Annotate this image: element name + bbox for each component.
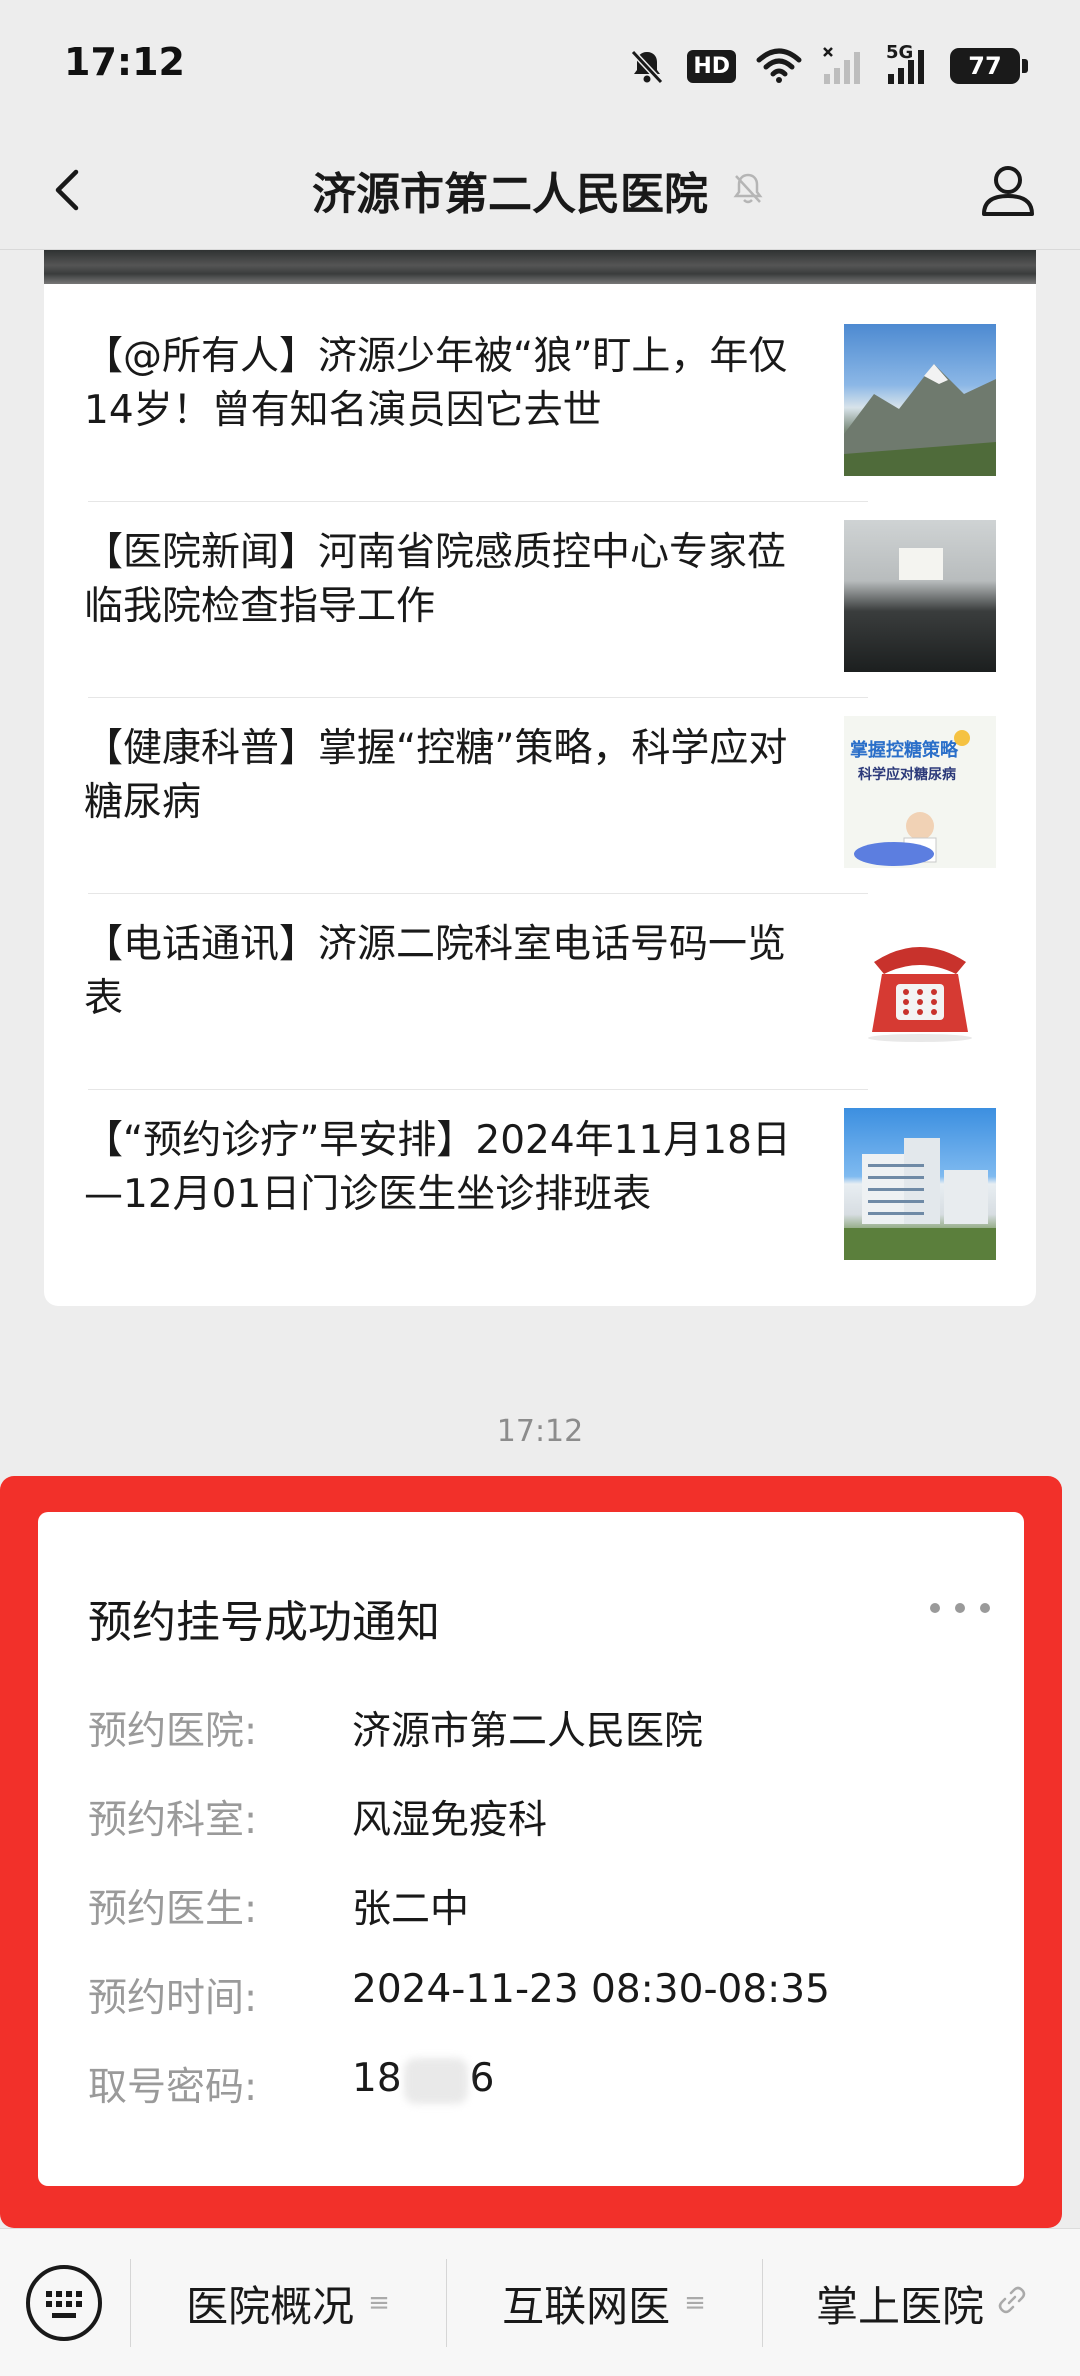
profile-icon[interactable] bbox=[976, 158, 1040, 222]
field-label: 预约科室: bbox=[88, 1798, 258, 1843]
field-department: 预约科室: 风湿免疫科 bbox=[88, 1789, 988, 1849]
article-title: 【电话通讯】济源二院科室电话号码一览表 bbox=[84, 922, 787, 1021]
field-label: 预约医院: bbox=[88, 1709, 258, 1754]
bell-muted-icon bbox=[728, 168, 768, 212]
hd-icon: HD bbox=[687, 49, 736, 83]
field-value: 张二中 bbox=[352, 1887, 470, 1932]
menu-mobile-hospital[interactable]: 掌上医院 bbox=[762, 2229, 1080, 2376]
menu-lines-icon: ≡ bbox=[684, 2288, 706, 2318]
article-thumbnail-mountain bbox=[844, 324, 996, 476]
link-icon bbox=[998, 2286, 1026, 2321]
menu-label: 掌上医院 bbox=[815, 2281, 984, 2331]
field-value: 风湿免疫科 bbox=[352, 1798, 548, 1843]
field-time: 预约时间: 2024-11-23 08:30-08:35 bbox=[88, 1967, 988, 2027]
wifi-icon bbox=[756, 48, 802, 84]
menu-lines-icon: ≡ bbox=[368, 2288, 390, 2318]
menu-label: 医院概况 bbox=[186, 2281, 355, 2331]
status-bar: 17:12 HD 5G 77 bbox=[0, 0, 1080, 130]
article-title: 【健康科普】掌握“控糖”策略，科学应对糖尿病 bbox=[84, 726, 788, 825]
bell-off-icon bbox=[627, 46, 667, 86]
menu-internet-hospital[interactable]: 互联网医 ≡ bbox=[446, 2229, 762, 2376]
notice-title: 预约挂号成功通知 bbox=[88, 1597, 440, 1648]
blurred-digits bbox=[403, 2057, 468, 2104]
field-label: 取号密码: bbox=[88, 2065, 258, 2110]
password-start: 18 bbox=[352, 2056, 402, 2101]
5g-signal-icon: 5G bbox=[886, 42, 930, 86]
bottom-menu-bar: 医院概况 ≡ 互联网医 ≡ 掌上医院 bbox=[0, 2228, 1080, 2376]
article-thumbnail-telephone bbox=[844, 912, 996, 1064]
status-icons: HD 5G 77 bbox=[627, 42, 1028, 90]
article-title: 【“预约诊疗”早安排】2024年11月18日—12月01日门诊医生坐诊排班表 bbox=[84, 1118, 791, 1217]
cover-image-strip[interactable] bbox=[44, 250, 1036, 284]
field-value: 18 6 bbox=[352, 2056, 494, 2104]
nav-bar: 济源市第二人民医院 bbox=[0, 130, 1080, 250]
message-timestamp: 17:12 bbox=[496, 1414, 584, 1449]
article-list-card: 【@所有人】济源少年被“狼”盯上，年仅14岁！曾有知名演员因它去世 【医院新闻】… bbox=[44, 250, 1036, 1306]
article-item-4[interactable]: 【电话通讯】济源二院科室电话号码一览表 bbox=[84, 874, 996, 1070]
article-thumbnail-diabetes: 掌握控糖策略 科学应对糖尿病 bbox=[844, 716, 996, 868]
article-thumbnail-meeting bbox=[844, 520, 996, 672]
article-item-5[interactable]: 【“预约诊疗”早安排】2024年11月18日—12月01日门诊医生坐诊排班表 bbox=[84, 1070, 996, 1266]
article-thumbnail-hospital bbox=[844, 1108, 996, 1260]
signal-icon bbox=[822, 46, 866, 86]
field-value: 2024-11-23 08:30-08:35 bbox=[352, 1967, 830, 2012]
keyboard-icon[interactable] bbox=[24, 2263, 104, 2343]
status-time: 17:12 bbox=[64, 40, 185, 84]
article-item-3[interactable]: 【健康科普】掌握“控糖”策略，科学应对糖尿病 掌握控糖策略 科学应对糖尿病 bbox=[84, 678, 996, 874]
more-options-icon[interactable] bbox=[930, 1596, 990, 1620]
article-title: 【@所有人】济源少年被“狼”盯上，年仅14岁！曾有知名演员因它去世 bbox=[84, 334, 788, 433]
appointment-notice-card[interactable]: 预约挂号成功通知 预约医院: 济源市第二人民医院 预约科室: 风湿免疫科 预约医… bbox=[38, 1512, 1024, 2186]
menu-label: 互联网医 bbox=[502, 2281, 671, 2331]
field-label: 预约医生: bbox=[88, 1887, 258, 1932]
article-title: 【医院新闻】河南省院感质控中心专家莅临我院检查指导工作 bbox=[84, 530, 787, 629]
battery-icon: 77 bbox=[950, 48, 1028, 84]
menu-hospital-overview[interactable]: 医院概况 ≡ bbox=[130, 2229, 446, 2376]
field-label: 预约时间: bbox=[88, 1976, 258, 2021]
page-title: 济源市第二人民医院 bbox=[312, 169, 708, 220]
field-value: 济源市第二人民医院 bbox=[352, 1709, 704, 1754]
nav-title-wrap: 济源市第二人民医院 bbox=[0, 130, 1080, 250]
article-item-1[interactable]: 【@所有人】济源少年被“狼”盯上，年仅14岁！曾有知名演员因它去世 bbox=[84, 286, 996, 482]
network-label: 5G bbox=[886, 42, 914, 63]
article-item-2[interactable]: 【医院新闻】河南省院感质控中心专家莅临我院检查指导工作 bbox=[84, 482, 996, 678]
field-password: 取号密码: 18 6 bbox=[88, 2056, 988, 2116]
password-end: 6 bbox=[469, 2056, 495, 2101]
field-doctor: 预约医生: 张二中 bbox=[88, 1878, 988, 1938]
field-hospital: 预约医院: 济源市第二人民医院 bbox=[88, 1700, 988, 1760]
